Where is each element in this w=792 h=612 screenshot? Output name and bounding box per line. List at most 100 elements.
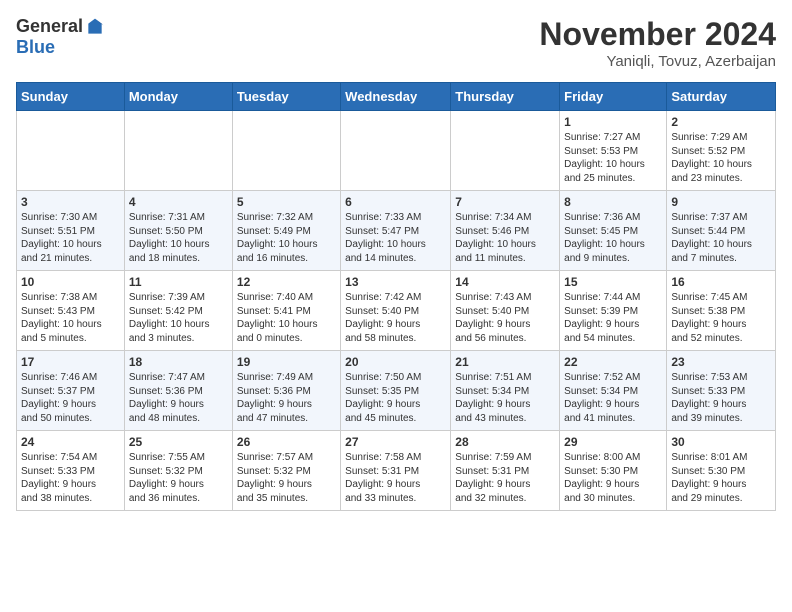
- calendar-cell: 9 Sunrise: 7:37 AM Sunset: 5:44 PM Daylig…: [667, 191, 776, 271]
- calendar-cell: 6 Sunrise: 7:33 AM Sunset: 5:47 PM Daylig…: [341, 191, 451, 271]
- calendar-cell: 27 Sunrise: 7:58 AM Sunset: 5:31 PM Dayli…: [341, 431, 451, 511]
- day-info: Sunrise: 7:51 AM Sunset: 5:34 PM Dayligh…: [455, 371, 555, 425]
- day-info: Sunrise: 7:45 AM Sunset: 5:38 PM Dayligh…: [671, 291, 771, 345]
- day-info: Sunrise: 7:46 AM Sunset: 5:37 PM Dayligh…: [21, 371, 120, 425]
- calendar-cell: 29 Sunrise: 8:00 AM Sunset: 5:30 PM Dayli…: [560, 431, 667, 511]
- calendar-week-row: 24 Sunrise: 7:54 AM Sunset: 5:33 PM Dayli…: [17, 431, 776, 511]
- day-info: Sunrise: 7:44 AM Sunset: 5:39 PM Dayligh…: [564, 291, 662, 345]
- day-number: 5: [237, 195, 336, 209]
- day-number: 27: [345, 435, 446, 449]
- logo: General Blue: [16, 16, 105, 58]
- calendar-week-row: 17 Sunrise: 7:46 AM Sunset: 5:37 PM Dayli…: [17, 351, 776, 431]
- calendar-cell: 12Sunrise: 7:40 AM Sunset: 5:41 PM Dayli…: [232, 271, 340, 351]
- calendar-cell: 30 Sunrise: 8:01 AM Sunset: 5:30 PM Dayli…: [667, 431, 776, 511]
- day-info: Sunrise: 7:54 AM Sunset: 5:33 PM Dayligh…: [21, 451, 120, 505]
- calendar-week-row: 10 Sunrise: 7:38 AM Sunset: 5:43 PM Dayli…: [17, 271, 776, 351]
- calendar-cell: 7 Sunrise: 7:34 AM Sunset: 5:46 PM Daylig…: [451, 191, 560, 271]
- day-number: 26: [237, 435, 336, 449]
- day-info: Sunrise: 7:31 AM Sunset: 5:50 PM Dayligh…: [129, 211, 228, 265]
- day-number: 13: [345, 275, 446, 289]
- day-number: 24: [21, 435, 120, 449]
- day-info: Sunrise: 7:34 AM Sunset: 5:46 PM Dayligh…: [455, 211, 555, 265]
- day-info: Sunrise: 7:37 AM Sunset: 5:44 PM Dayligh…: [671, 211, 771, 265]
- calendar-cell: 17 Sunrise: 7:46 AM Sunset: 5:37 PM Dayli…: [17, 351, 125, 431]
- logo-icon: [85, 17, 105, 37]
- day-number: 28: [455, 435, 555, 449]
- calendar-week-row: 1Sunrise: 7:27 AM Sunset: 5:53 PM Daylig…: [17, 111, 776, 191]
- day-info: Sunrise: 7:33 AM Sunset: 5:47 PM Dayligh…: [345, 211, 446, 265]
- calendar-cell: 2 Sunrise: 7:29 AM Sunset: 5:52 PM Daylig…: [667, 111, 776, 191]
- day-info: Sunrise: 7:36 AM Sunset: 5:45 PM Dayligh…: [564, 211, 662, 265]
- day-number: 6: [345, 195, 446, 209]
- calendar-cell: [451, 111, 560, 191]
- day-number: 15: [564, 275, 662, 289]
- day-number: 16: [671, 275, 771, 289]
- calendar-cell: [124, 111, 232, 191]
- weekday-header-thursday: Thursday: [451, 83, 560, 111]
- day-info: Sunrise: 7:29 AM Sunset: 5:52 PM Dayligh…: [671, 131, 771, 185]
- location-text: Yaniqli, Tovuz, Azerbaijan: [539, 53, 776, 70]
- day-number: 30: [671, 435, 771, 449]
- day-info: Sunrise: 7:27 AM Sunset: 5:53 PM Dayligh…: [564, 131, 662, 185]
- day-info: Sunrise: 7:49 AM Sunset: 5:36 PM Dayligh…: [237, 371, 336, 425]
- day-number: 11: [129, 275, 228, 289]
- day-number: 14: [455, 275, 555, 289]
- day-info: Sunrise: 7:52 AM Sunset: 5:34 PM Dayligh…: [564, 371, 662, 425]
- page-header: General Blue November 2024 Yaniqli, Tovu…: [16, 16, 776, 70]
- calendar-cell: 14 Sunrise: 7:43 AM Sunset: 5:40 PM Dayli…: [451, 271, 560, 351]
- day-info: Sunrise: 7:38 AM Sunset: 5:43 PM Dayligh…: [21, 291, 120, 345]
- title-section: November 2024 Yaniqli, Tovuz, Azerbaijan: [539, 16, 776, 70]
- day-info: Sunrise: 8:00 AM Sunset: 5:30 PM Dayligh…: [564, 451, 662, 505]
- day-number: 7: [455, 195, 555, 209]
- month-title: November 2024: [539, 16, 776, 53]
- day-info: Sunrise: 7:50 AM Sunset: 5:35 PM Dayligh…: [345, 371, 446, 425]
- day-info: Sunrise: 7:59 AM Sunset: 5:31 PM Dayligh…: [455, 451, 555, 505]
- logo-general-text: General: [16, 16, 83, 37]
- day-number: 29: [564, 435, 662, 449]
- calendar-cell: 18 Sunrise: 7:47 AM Sunset: 5:36 PM Dayli…: [124, 351, 232, 431]
- day-number: 22: [564, 355, 662, 369]
- calendar-cell: 22 Sunrise: 7:52 AM Sunset: 5:34 PM Dayli…: [560, 351, 667, 431]
- calendar-cell: 16 Sunrise: 7:45 AM Sunset: 5:38 PM Dayli…: [667, 271, 776, 351]
- day-info: Sunrise: 7:53 AM Sunset: 5:33 PM Dayligh…: [671, 371, 771, 425]
- day-number: 12: [237, 275, 336, 289]
- weekday-header-sunday: Sunday: [17, 83, 125, 111]
- calendar-cell: 26 Sunrise: 7:57 AM Sunset: 5:32 PM Dayli…: [232, 431, 340, 511]
- day-number: 17: [21, 355, 120, 369]
- day-number: 9: [671, 195, 771, 209]
- calendar-cell: [232, 111, 340, 191]
- day-number: 25: [129, 435, 228, 449]
- calendar-cell: 15 Sunrise: 7:44 AM Sunset: 5:39 PM Dayli…: [560, 271, 667, 351]
- calendar-cell: 23 Sunrise: 7:53 AM Sunset: 5:33 PM Dayli…: [667, 351, 776, 431]
- weekday-header-monday: Monday: [124, 83, 232, 111]
- day-number: 20: [345, 355, 446, 369]
- calendar-cell: 1Sunrise: 7:27 AM Sunset: 5:53 PM Daylig…: [560, 111, 667, 191]
- calendar-cell: 3Sunrise: 7:30 AM Sunset: 5:51 PM Daylig…: [17, 191, 125, 271]
- calendar-cell: [17, 111, 125, 191]
- calendar-cell: 19Sunrise: 7:49 AM Sunset: 5:36 PM Dayli…: [232, 351, 340, 431]
- day-number: 10: [21, 275, 120, 289]
- day-number: 21: [455, 355, 555, 369]
- calendar-cell: [341, 111, 451, 191]
- calendar-cell: 8 Sunrise: 7:36 AM Sunset: 5:45 PM Daylig…: [560, 191, 667, 271]
- calendar-cell: 20 Sunrise: 7:50 AM Sunset: 5:35 PM Dayli…: [341, 351, 451, 431]
- day-number: 18: [129, 355, 228, 369]
- day-info: Sunrise: 7:43 AM Sunset: 5:40 PM Dayligh…: [455, 291, 555, 345]
- day-info: Sunrise: 7:55 AM Sunset: 5:32 PM Dayligh…: [129, 451, 228, 505]
- day-number: 3: [21, 195, 120, 209]
- day-number: 23: [671, 355, 771, 369]
- calendar-cell: 10 Sunrise: 7:38 AM Sunset: 5:43 PM Dayli…: [17, 271, 125, 351]
- calendar-cell: 5 Sunrise: 7:32 AM Sunset: 5:49 PM Daylig…: [232, 191, 340, 271]
- day-info: Sunrise: 7:57 AM Sunset: 5:32 PM Dayligh…: [237, 451, 336, 505]
- day-number: 2: [671, 115, 771, 129]
- day-number: 8: [564, 195, 662, 209]
- day-info: Sunrise: 7:32 AM Sunset: 5:49 PM Dayligh…: [237, 211, 336, 265]
- day-info: Sunrise: 7:58 AM Sunset: 5:31 PM Dayligh…: [345, 451, 446, 505]
- calendar-table: SundayMondayTuesdayWednesdayThursdayFrid…: [16, 82, 776, 511]
- day-info: Sunrise: 8:01 AM Sunset: 5:30 PM Dayligh…: [671, 451, 771, 505]
- calendar-cell: 4Sunrise: 7:31 AM Sunset: 5:50 PM Daylig…: [124, 191, 232, 271]
- day-info: Sunrise: 7:42 AM Sunset: 5:40 PM Dayligh…: [345, 291, 446, 345]
- weekday-header-row: SundayMondayTuesdayWednesdayThursdayFrid…: [17, 83, 776, 111]
- calendar-cell: 24 Sunrise: 7:54 AM Sunset: 5:33 PM Dayli…: [17, 431, 125, 511]
- day-info: Sunrise: 7:47 AM Sunset: 5:36 PM Dayligh…: [129, 371, 228, 425]
